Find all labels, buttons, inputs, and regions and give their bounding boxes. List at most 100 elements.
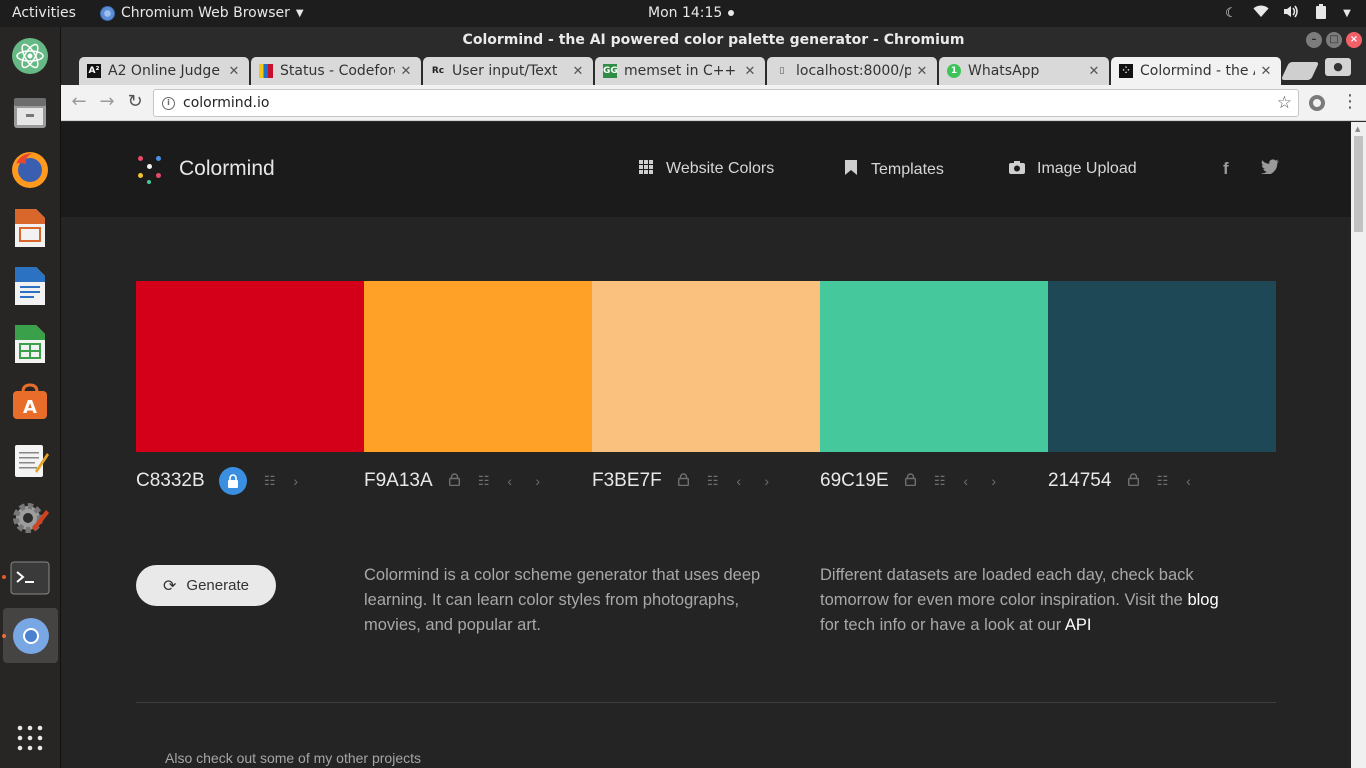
impress-icon[interactable] [9,207,51,249]
palette-swatch-4[interactable] [820,281,1048,452]
move-left-arrow-icon[interactable]: ‹ [734,473,744,489]
unlock-icon[interactable] [676,473,692,489]
nav-website-colors[interactable]: Website Colors [638,160,774,178]
window-controls: – □ × [1306,32,1362,48]
profile-icon[interactable]: ● [1325,58,1351,76]
swatch-controls-4: 69C19E ☷ ‹ › [820,467,1017,495]
reload-icon[interactable]: ↻ [123,91,147,112]
adjust-sliders-icon[interactable]: ☷ [263,473,277,489]
tab-close-icon[interactable]: ✕ [227,64,241,79]
colormind-logo-icon[interactable] [136,155,166,185]
api-link[interactable]: API [1065,616,1092,634]
calc-icon[interactable] [9,323,51,365]
unlock-icon[interactable] [447,473,463,489]
nav-templates[interactable]: Templates [843,160,944,179]
adjust-sliders-icon[interactable]: ☷ [933,473,947,489]
generate-button[interactable]: ⟳ Generate [136,565,276,606]
camera-icon [1009,160,1025,178]
tab-close-icon[interactable]: ✕ [915,64,929,79]
adjust-sliders-icon[interactable]: ☷ [477,473,491,489]
atom-icon[interactable] [9,35,51,77]
software-center-icon[interactable]: A [9,381,51,423]
move-right-arrow-icon[interactable]: › [762,473,772,489]
forward-arrow-icon[interactable]: → [95,91,119,112]
gnome-top-bar: Activities Chromium Web Browser ▼ Mon 14… [0,0,1366,27]
twitter-icon[interactable] [1261,159,1279,179]
notification-dot-icon [728,10,735,16]
tab-user-input[interactable]: Rc User input/Text ✕ [423,57,593,85]
show-apps-icon[interactable] [9,717,51,759]
kebab-menu-icon[interactable]: ⋮ [1341,91,1359,112]
maximize-button[interactable]: □ [1326,32,1342,48]
nav-label: Image Upload [1037,160,1137,177]
tab-codeforces-status[interactable]: ▮ Status - Codeforces ✕ [251,57,421,85]
tab-memset[interactable]: GG memset in C++ - ✕ [595,57,765,85]
close-button[interactable]: × [1346,32,1362,48]
tab-a2-online-judge[interactable]: A² A2 Online Judge ✕ [79,57,249,85]
unlock-icon[interactable] [903,473,919,489]
tab-close-icon[interactable]: ✕ [743,64,757,79]
move-left-arrow-icon[interactable]: ‹ [1183,473,1193,489]
bookmark-star-icon[interactable]: ☆ [1277,93,1292,113]
terminal-icon[interactable] [9,557,51,599]
move-left-arrow-icon[interactable]: ‹ [961,473,971,489]
tab-close-icon[interactable]: ✕ [399,64,413,79]
clock[interactable]: Mon 14:15 [648,5,735,21]
tab-whatsapp[interactable]: 1 WhatsApp ✕ [939,57,1109,85]
tab-close-icon[interactable]: ✕ [1259,64,1273,79]
page-scrollbar[interactable]: ▲ [1351,122,1366,768]
volume-icon [1282,5,1300,22]
facebook-icon[interactable]: f [1223,159,1229,179]
adjust-sliders-icon[interactable]: ☷ [1155,473,1169,489]
move-right-arrow-icon[interactable]: › [291,473,301,489]
tab-strip: A² A2 Online Judge ✕ ▮ Status - Codeforc… [61,54,1366,85]
system-menu-chevron-icon: ▼ [1343,8,1351,19]
swatch-hex[interactable]: 69C19E [820,470,889,492]
writer-icon[interactable] [9,265,51,307]
info-icon[interactable]: i [162,96,175,110]
text-editor-icon[interactable] [9,439,51,481]
new-tab-button[interactable] [1280,62,1320,80]
activities-button[interactable]: Activities [12,5,76,21]
chromium-dock-icon[interactable] [3,608,58,663]
system-tray[interactable]: ☾ ▼ [1222,4,1366,23]
nav-image-upload[interactable]: Image Upload [1009,160,1137,178]
swatch-hex[interactable]: F3BE7F [592,470,662,492]
lock-icon[interactable] [218,467,247,495]
back-arrow-icon[interactable]: ← [67,91,91,112]
palette-swatch-5[interactable] [1048,281,1276,452]
move-left-arrow-icon[interactable]: ‹ [505,473,515,489]
swatch-hex[interactable]: 214754 [1048,470,1111,492]
brand-name[interactable]: Colormind [179,157,275,181]
adjust-sliders-icon[interactable]: ☷ [706,473,720,489]
wifi-icon [1252,5,1270,22]
window-title-bar[interactable]: Colormind - the AI powered color palette… [61,27,1366,54]
extension-icon[interactable] [1309,95,1325,111]
unlock-icon[interactable] [1125,473,1141,489]
app-menu[interactable]: Chromium Web Browser ▼ [100,5,304,21]
generate-label: Generate [186,577,249,594]
system-settings-icon[interactable] [9,497,51,539]
tab-favicon: A² [87,64,101,78]
swatch-hex[interactable]: F9A13A [364,470,433,492]
palette-swatch-3[interactable] [592,281,820,452]
tab-colormind[interactable]: ⁘ Colormind - the A ✕ [1111,57,1281,85]
palette-swatch-2[interactable] [364,281,592,452]
bookmark-icon [843,160,859,179]
scroll-up-icon[interactable]: ▲ [1355,125,1360,133]
palette-swatch-1[interactable] [136,281,364,452]
address-bar[interactable]: i colormind.io ☆ [153,89,1299,117]
tab-localhost[interactable]: ▯ localhost:8000/p ✕ [767,57,937,85]
move-right-arrow-icon[interactable]: › [533,473,543,489]
blog-link[interactable]: blog [1187,591,1218,609]
scrollbar-thumb[interactable] [1354,136,1363,232]
files-icon[interactable] [9,92,51,134]
minimize-button[interactable]: – [1306,32,1322,48]
browser-toolbar: ← → ↻ i colormind.io ☆ ⋮ [61,85,1366,121]
datasets-text-part2: for tech info or have a look at our [820,616,1065,634]
swatch-hex[interactable]: C8332B [136,470,205,492]
tab-close-icon[interactable]: ✕ [1087,64,1101,79]
move-right-arrow-icon[interactable]: › [989,473,999,489]
tab-close-icon[interactable]: ✕ [571,64,585,79]
firefox-icon[interactable] [9,149,51,191]
